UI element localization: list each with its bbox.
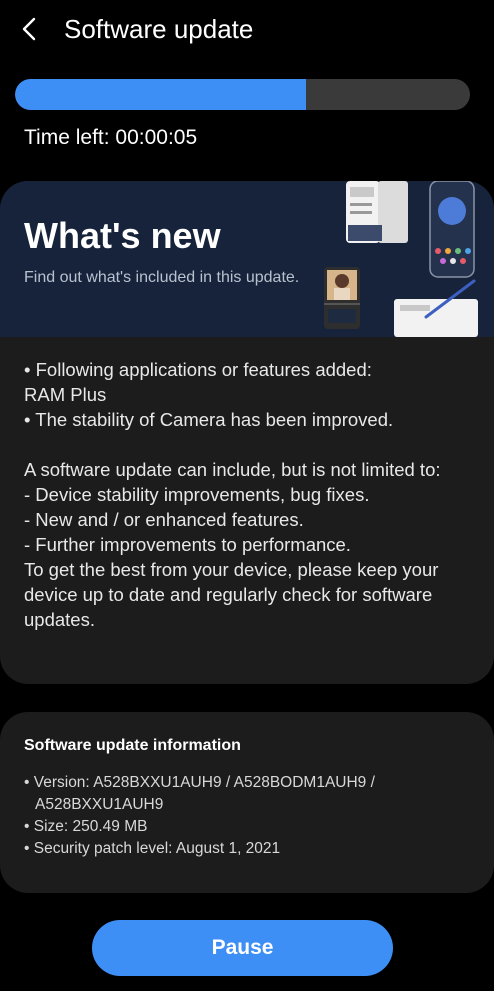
- notes-outro: To get the best from your device, please…: [24, 559, 439, 630]
- app-header: Software update: [0, 0, 494, 58]
- update-info-card: Software update information • Version: A…: [0, 712, 494, 893]
- progress-fill: [15, 79, 307, 110]
- notes-item3: - Further improvements to performance.: [24, 534, 351, 555]
- notes-added-line2: RAM Plus: [24, 384, 107, 405]
- info-security-patch: • Security patch level: August 1, 2021: [24, 840, 281, 857]
- devices-illustration: [324, 181, 478, 337]
- info-size: • Size: 250.49 MB: [24, 818, 148, 835]
- chevron-left-icon: [22, 17, 36, 41]
- notes-item2: - New and / or enhanced features.: [24, 509, 304, 530]
- whats-new-card: What's new Find out what's included in t…: [0, 181, 494, 684]
- update-info-list: • Version: A528BXXU1AUH9 / A528BODM1AUH9…: [24, 772, 474, 860]
- notes-intro: A software update can include, but is no…: [24, 459, 441, 480]
- page-title: Software update: [64, 13, 254, 44]
- whats-new-subtitle: Find out what's included in this update.: [24, 269, 300, 286]
- time-left-text: Time left: 00:00:05: [24, 126, 198, 149]
- info-version-line1: • Version: A528BXXU1AUH9 / A528BODM1AUH9…: [24, 774, 375, 791]
- notes-added-line1: • Following applications or features add…: [24, 359, 372, 380]
- update-info-title: Software update information: [24, 737, 241, 754]
- whats-new-banner: What's new Find out what's included in t…: [0, 181, 494, 337]
- info-version-line2: A528BXXU1AUH9: [35, 796, 164, 813]
- back-button[interactable]: [10, 9, 50, 49]
- download-progress-bar: [15, 79, 470, 110]
- whats-new-title: What's new: [24, 215, 221, 256]
- notes-camera: • The stability of Camera has been impro…: [24, 409, 394, 430]
- release-notes: • Following applications or features add…: [24, 357, 474, 632]
- pause-button[interactable]: Pause: [92, 920, 393, 976]
- notes-item1: - Device stability improvements, bug fix…: [24, 484, 370, 505]
